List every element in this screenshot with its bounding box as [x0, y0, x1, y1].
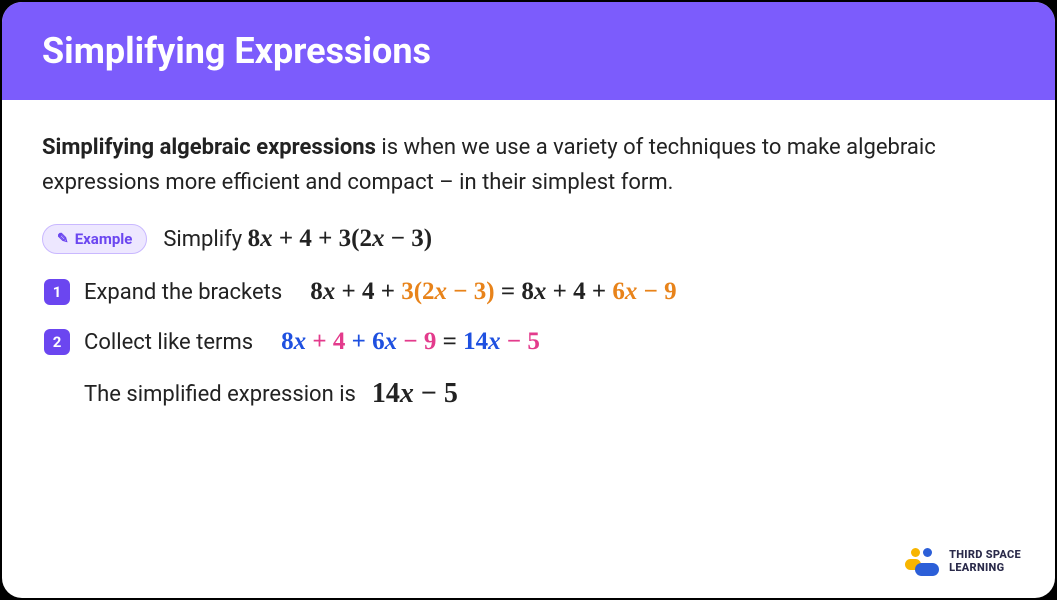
- step-2-label: Collect like terms: [84, 330, 253, 355]
- result-row: The simplified expression is 14x − 5: [84, 378, 1015, 410]
- example-lead: Simplify: [163, 227, 247, 252]
- result-label: The simplified expression is: [84, 382, 356, 407]
- step-badge-1: 1: [44, 279, 70, 305]
- step-1-label: Expand the brackets: [84, 280, 282, 305]
- intro-bold: Simplifying algebraic expressions: [42, 135, 376, 160]
- page-title: Simplifying Expressions: [42, 30, 1015, 72]
- example-pill: ✎ Example: [42, 224, 147, 254]
- card-content: Simplifying algebraic expressions is whe…: [2, 100, 1055, 430]
- intro-text: Simplifying algebraic expressions is whe…: [42, 130, 1015, 200]
- highlight-orange: 3(2x − 3): [401, 278, 494, 305]
- step-1-expression: 8x + 4 + 3(2x − 3) = 8x + 4 + 6x − 9: [310, 278, 676, 306]
- example-pill-label: Example: [75, 230, 133, 248]
- example-row: ✎ Example Simplify 8x + 4 + 3(2x − 3): [42, 224, 1015, 254]
- lesson-card: Simplifying Expressions Simplifying alge…: [2, 2, 1055, 598]
- highlight-blue: 14x: [463, 328, 501, 355]
- step-2: 2 Collect like terms 8x + 4 + 6x − 9 = 1…: [44, 328, 1015, 356]
- brand-logo: THIRD SPACE LEARNING: [905, 548, 1021, 576]
- example-expression: 8x + 4 + 3(2x − 3): [248, 225, 432, 252]
- highlight-pink: − 9: [397, 328, 436, 355]
- highlight-blue: 8x: [281, 328, 306, 355]
- step-1: 1 Expand the brackets 8x + 4 + 3(2x − 3)…: [44, 278, 1015, 306]
- brand-logo-text: THIRD SPACE LEARNING: [949, 549, 1021, 574]
- step-badge-2: 2: [44, 329, 70, 355]
- brand-logo-icon: [905, 548, 939, 576]
- result-expression: 14x − 5: [372, 378, 458, 410]
- example-text: Simplify 8x + 4 + 3(2x − 3): [163, 225, 432, 253]
- step-2-expression: 8x + 4 + 6x − 9 = 14x − 5: [281, 328, 540, 356]
- highlight-orange: 6x − 9: [612, 278, 676, 305]
- pencil-icon: ✎: [57, 231, 69, 247]
- highlight-pink: + 4: [306, 328, 345, 355]
- highlight-pink: − 5: [501, 328, 540, 355]
- card-header: Simplifying Expressions: [2, 2, 1055, 100]
- highlight-blue: + 6x: [345, 328, 397, 355]
